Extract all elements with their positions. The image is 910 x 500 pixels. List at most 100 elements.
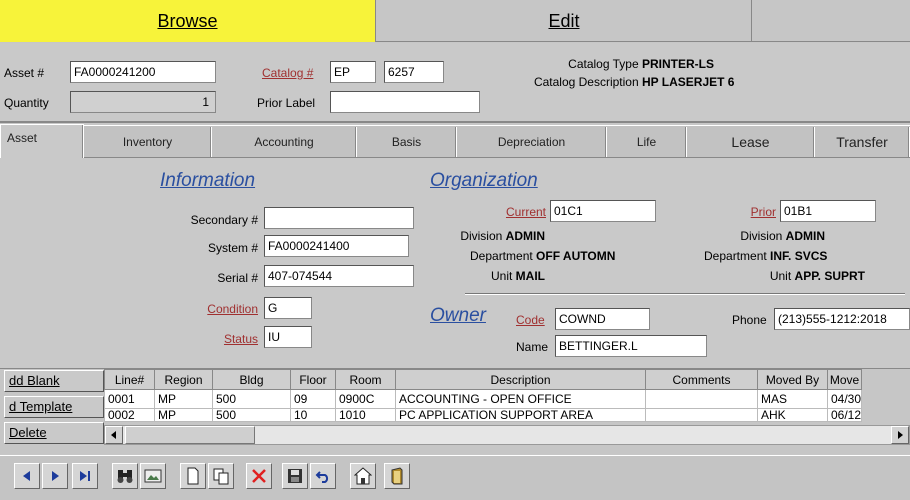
cell-moved-by[interactable]: AHK <box>757 408 828 422</box>
delete-row-button[interactable]: Delete <box>4 422 104 444</box>
col-room[interactable]: Room <box>335 369 396 390</box>
find-button[interactable] <box>112 463 138 489</box>
cell-room[interactable]: 0900C <box>335 389 396 409</box>
condition-field[interactable]: G <box>264 297 312 319</box>
last-button[interactable] <box>72 463 98 489</box>
catalog-prefix-field[interactable]: EP <box>330 61 376 83</box>
tab-depreciation[interactable]: Depreciation <box>457 127 607 157</box>
owner-code-label[interactable]: Code <box>516 313 545 327</box>
cell-floor[interactable]: 09 <box>290 389 336 409</box>
phone-field[interactable]: (213)555-1212:2018 <box>774 308 910 330</box>
current-field[interactable]: 01C1 <box>550 200 656 222</box>
prior-unit-label: Unit <box>769 269 792 283</box>
status-label[interactable]: Status <box>150 332 258 346</box>
prior-label-field[interactable] <box>330 91 480 113</box>
table-row[interactable]: 0001 MP 500 09 0900C ACCOUNTING - OPEN O… <box>104 389 863 409</box>
catalog-number-field[interactable]: 6257 <box>384 61 444 83</box>
cell-line[interactable]: 0002 <box>104 408 155 422</box>
cell-description[interactable]: PC APPLICATION SUPPORT AREA <box>395 408 646 422</box>
cell-move[interactable]: 04/30 <box>826 389 863 409</box>
tab-inventory[interactable]: Inventory <box>84 127 212 157</box>
cell-move[interactable]: 06/12 <box>826 408 863 422</box>
cell-comments[interactable] <box>645 389 758 409</box>
system-label: System # <box>207 241 258 255</box>
tab-life[interactable]: Life <box>607 127 687 157</box>
system-field[interactable]: FA0000241400 <box>264 235 409 257</box>
image-button[interactable] <box>140 463 166 489</box>
tab-accounting[interactable]: Accounting <box>212 127 357 157</box>
current-department-label: Department <box>470 249 533 263</box>
browse-mode-tab[interactable]: Browse <box>0 0 376 42</box>
table-row[interactable]: 0002 MP 500 10 1010 PC APPLICATION SUPPO… <box>104 408 863 422</box>
delete-record-button[interactable] <box>246 463 272 489</box>
book-button[interactable] <box>384 463 410 489</box>
undo-button[interactable] <box>310 463 336 489</box>
tab-basis[interactable]: Basis <box>357 127 457 157</box>
edit-mode-tab[interactable]: Edit <box>377 0 752 42</box>
status-field[interactable]: IU <box>264 326 312 348</box>
col-move[interactable]: Move <box>826 369 863 390</box>
add-blank-button[interactable]: dd Blank <box>4 370 104 392</box>
cell-bldg[interactable]: 500 <box>212 408 291 422</box>
scroll-thumb[interactable] <box>125 426 255 444</box>
col-region[interactable]: Region <box>154 369 213 390</box>
prior-label-label: Prior Label <box>257 96 316 110</box>
tab-asset[interactable]: Asset <box>0 124 84 158</box>
col-line[interactable]: Line# <box>104 369 155 390</box>
current-label[interactable]: Current <box>460 205 546 219</box>
current-division-row: Division ADMIN <box>430 229 545 243</box>
cell-description[interactable]: ACCOUNTING - OPEN OFFICE <box>395 389 646 409</box>
new-page-icon <box>187 467 199 485</box>
prior-org-label[interactable]: Prior <box>700 205 776 219</box>
binoculars-icon <box>117 470 133 483</box>
owner-name-field[interactable]: BETTINGER.L <box>555 335 707 357</box>
col-comments[interactable]: Comments <box>645 369 758 390</box>
current-department-row: Department OFF AUTOMN <box>470 249 615 263</box>
asset-field[interactable]: FA0000241200 <box>70 61 216 83</box>
serial-label: Serial # <box>217 271 258 285</box>
organization-title: Organization <box>430 170 538 191</box>
prior-org-field[interactable]: 01B1 <box>780 200 876 222</box>
home-button[interactable] <box>350 463 376 489</box>
quantity-label: Quantity <box>4 96 49 110</box>
book-icon <box>391 467 403 485</box>
scroll-left-button[interactable] <box>105 426 123 444</box>
condition-label[interactable]: Condition <box>150 302 258 316</box>
prior-unit-value: APP. SUPRT <box>794 269 865 283</box>
prev-button[interactable] <box>14 463 40 489</box>
secondary-field[interactable] <box>264 207 414 229</box>
owner-code-field[interactable]: COWND <box>555 308 650 330</box>
cell-region[interactable]: MP <box>154 408 213 422</box>
new-button[interactable] <box>180 463 206 489</box>
tab-lease[interactable]: Lease <box>687 127 815 157</box>
serial-field[interactable]: 407-074544 <box>264 265 414 287</box>
prior-division-label: Division <box>740 229 783 243</box>
col-moved-by[interactable]: Moved By <box>757 369 828 390</box>
cell-region[interactable]: MP <box>154 389 213 409</box>
scroll-right-button[interactable] <box>891 426 909 444</box>
col-description[interactable]: Description <box>395 369 646 390</box>
col-bldg[interactable]: Bldg <box>212 369 291 390</box>
owner-title: Owner <box>430 305 486 326</box>
cell-line[interactable]: 0001 <box>104 389 155 409</box>
col-floor[interactable]: Floor <box>290 369 336 390</box>
catalog-desc-row: Catalog Description HP LASERJET 6 <box>470 75 760 89</box>
asset-label: Asset # <box>4 66 45 80</box>
catalog-label[interactable]: Catalog # <box>262 66 313 80</box>
quantity-field[interactable]: 1 <box>70 91 216 113</box>
cell-room[interactable]: 1010 <box>335 408 396 422</box>
cell-moved-by[interactable]: MAS <box>757 389 828 409</box>
current-division-value: ADMIN <box>505 229 545 243</box>
save-button[interactable] <box>282 463 308 489</box>
copy-button[interactable] <box>208 463 234 489</box>
catalog-type-value: PRINTER-LS <box>642 57 714 71</box>
chevron-left-icon <box>111 431 116 439</box>
secondary-label: Secondary # <box>190 213 258 227</box>
cell-bldg[interactable]: 500 <box>212 389 291 409</box>
cell-floor[interactable]: 10 <box>290 408 336 422</box>
tab-transfer[interactable]: Transfer <box>815 127 910 157</box>
next-button[interactable] <box>42 463 68 489</box>
mode-tab-extra <box>753 0 910 42</box>
cell-comments[interactable] <box>645 408 758 422</box>
add-template-button[interactable]: d Template <box>4 396 104 418</box>
